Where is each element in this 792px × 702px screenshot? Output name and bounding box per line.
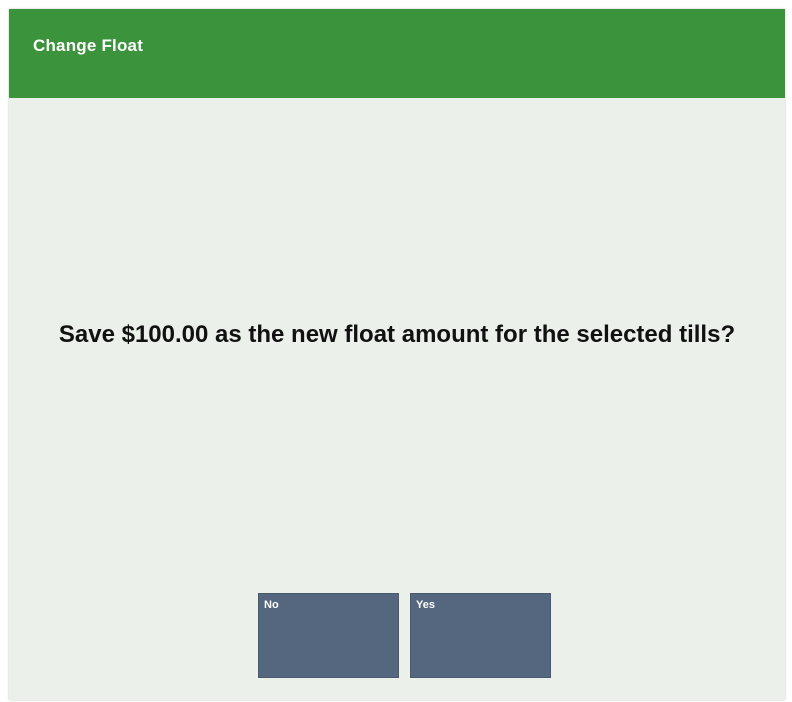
title-bar: Change Float bbox=[9, 9, 785, 98]
dialog-content: Save $100.00 as the new float amount for… bbox=[9, 98, 785, 700]
dialog-title: Change Float bbox=[33, 36, 144, 55]
no-button-label: No bbox=[264, 599, 279, 611]
yes-button[interactable]: Yes bbox=[410, 593, 551, 678]
confirmation-message: Save $100.00 as the new float amount for… bbox=[58, 321, 736, 348]
no-button[interactable]: No bbox=[258, 593, 399, 678]
yes-button-label: Yes bbox=[416, 599, 435, 611]
change-float-dialog: Change Float Save $100.00 as the new flo… bbox=[9, 9, 785, 700]
